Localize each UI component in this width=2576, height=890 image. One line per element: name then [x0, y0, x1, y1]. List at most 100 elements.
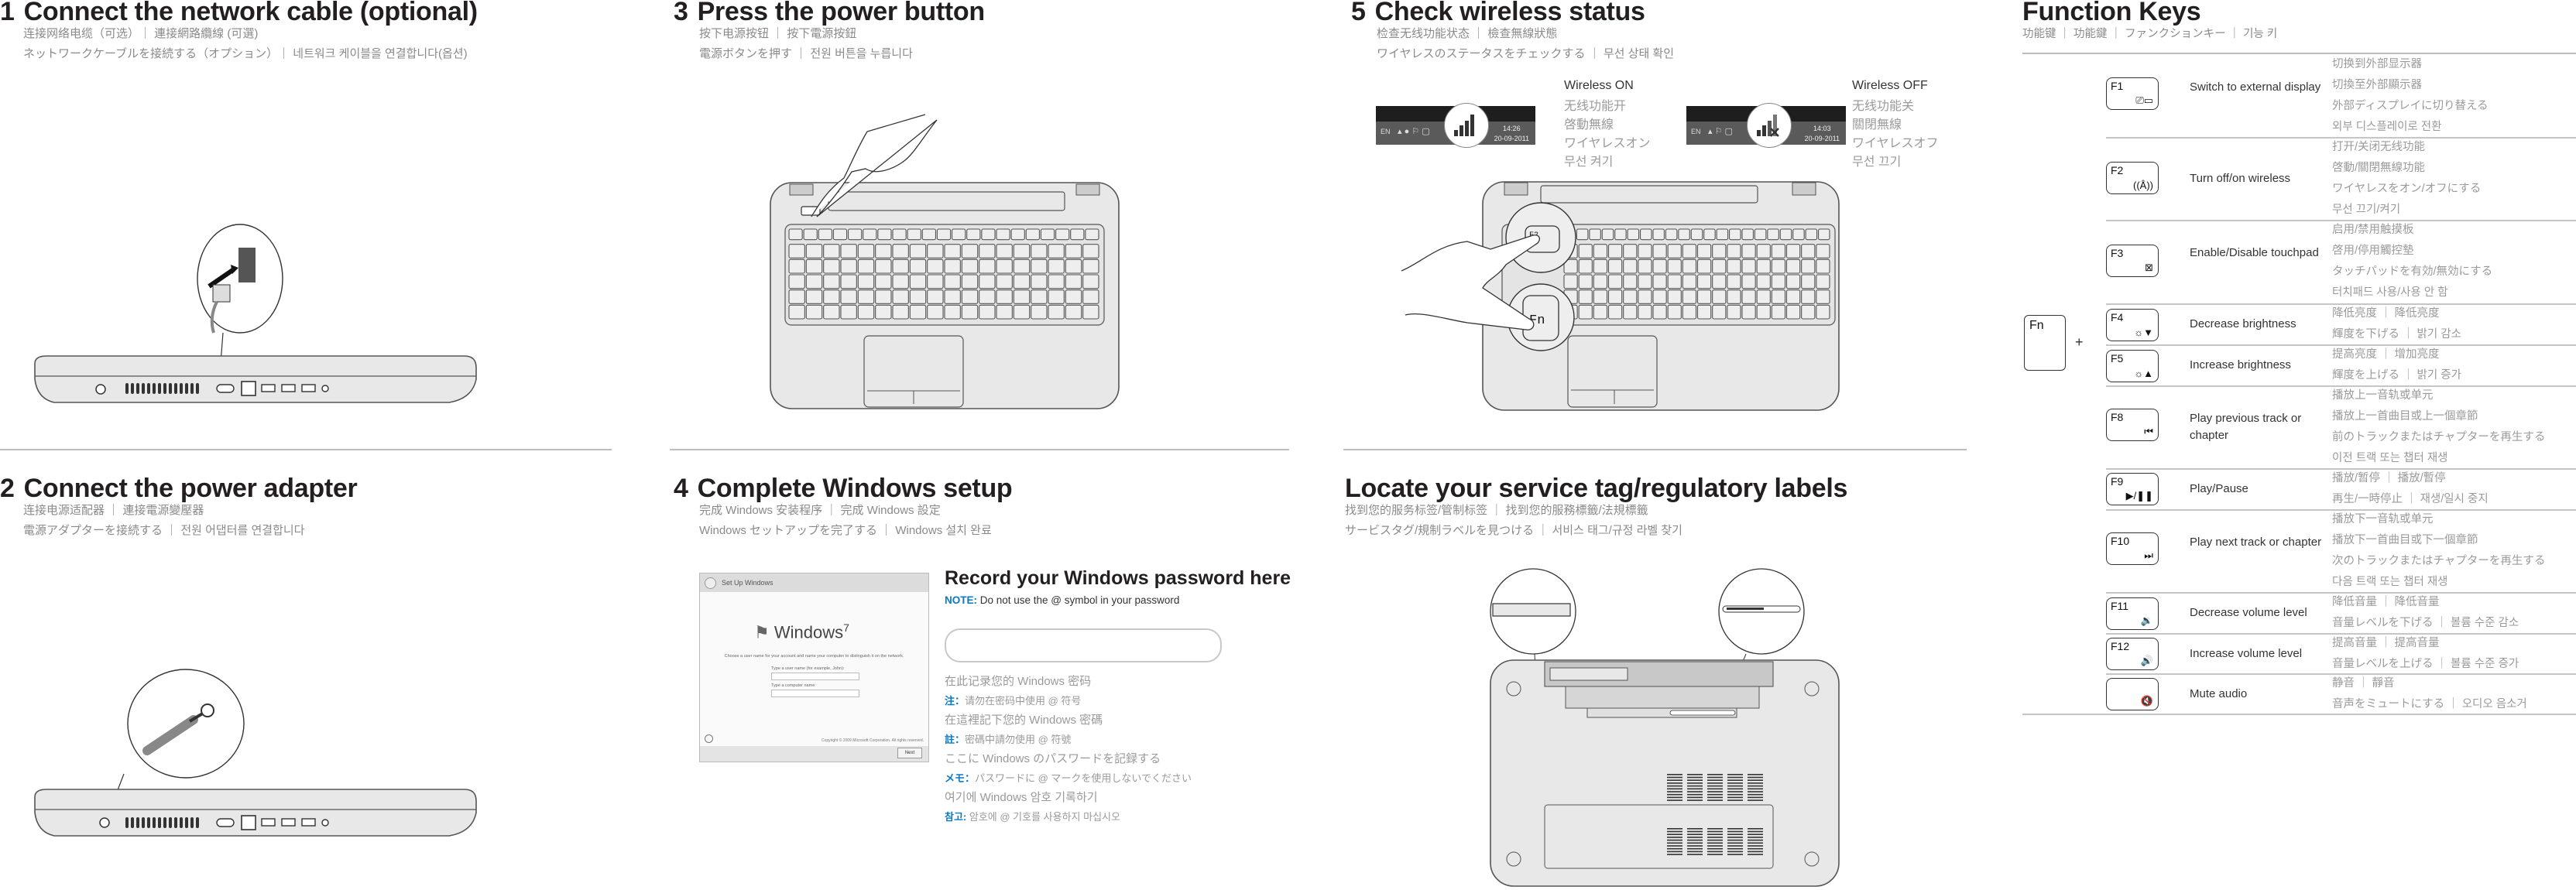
- wireless-signal-off-icon: [1747, 103, 1792, 148]
- function-key-row: F5 ☼▲ Increase brightness 提高亮度 ｜ 增加亮度 輝度を…: [2106, 344, 2576, 387]
- keyboard-key: [1576, 228, 1589, 241]
- translation-line: 打开/关闭无线功能: [2332, 141, 2426, 153]
- function-key-description: Play previous track or chapter: [2190, 412, 2302, 442]
- password-record-field[interactable]: [945, 628, 1222, 662]
- keyboard-key: [823, 274, 840, 289]
- keyboard-key: [1696, 244, 1712, 258]
- function-key-f3: F3 ⊠: [2106, 245, 2159, 277]
- keyboard-key: [907, 228, 921, 241]
- function-key-description: Turn off/on wireless: [2190, 172, 2291, 185]
- keyboard-key: [1048, 244, 1065, 258]
- password-line: メモ：パスワードに @ マークを使用しないでください: [945, 772, 1192, 784]
- keyboard-key: [1741, 244, 1756, 258]
- keyboard-key: [1031, 258, 1048, 274]
- logo-text: Windows: [773, 622, 844, 642]
- keyboard-key: [1082, 274, 1099, 289]
- keyboard-key: [1756, 274, 1771, 289]
- translation-line: 輝度を下げる ｜ 밝기 감소: [2332, 328, 2461, 341]
- keyboard-key: [1627, 228, 1640, 241]
- function-key-row: F10 ⏭ Play next track or chapter 播放下一音轨或…: [2106, 509, 2576, 594]
- keyboard-key: [892, 244, 909, 258]
- keyboard-key: [909, 258, 927, 274]
- keyboard-key: [857, 274, 875, 289]
- wireless-off-translations: 无线功能关 關閉無線 ワイヤレスオフ 무선 끄기: [1852, 100, 1939, 169]
- keyboard-key: [1682, 244, 1697, 258]
- keyboard-key: [927, 274, 944, 289]
- copyright-text: Copyright © 2009 Microsoft Corporation. …: [821, 738, 924, 743]
- step-title: Complete Windows setup: [697, 474, 1013, 503]
- translation-line: 启用/禁用触摸板: [2332, 224, 2414, 236]
- function-key-description: Decrease brightness: [2190, 317, 2296, 330]
- keyboard-key: [936, 228, 952, 241]
- usb-port: [301, 384, 316, 392]
- translation-line: 前のトラックまたはチャプターを再生する: [2332, 431, 2546, 443]
- keyboard-key: [1665, 228, 1678, 241]
- keyboard-key: [961, 274, 979, 289]
- keyboard-key: [961, 289, 979, 304]
- keyboard-key: [1638, 258, 1652, 274]
- note-label: NOTE:: [945, 594, 977, 606]
- keyboard-key: [1013, 258, 1031, 274]
- section-divider: [670, 449, 1289, 450]
- language-indicator: EN: [1381, 128, 1391, 135]
- keyboard-key: [996, 228, 1010, 241]
- keyboard-key: [818, 228, 832, 241]
- keyboard-key: [875, 274, 892, 289]
- function-key-f11: F11 🔉: [2106, 597, 2159, 630]
- section-4-sub-jp-kr: Windows セットアップを完了する ｜ Windows 설치 완료: [699, 524, 992, 537]
- translation-line: 다음 트랙 또는 챕터 재생: [2332, 576, 2448, 588]
- keyboard-key: [840, 304, 857, 320]
- function-key-row: F1 ⎚▭ Switch to external display 切换到外部显示…: [2106, 54, 2576, 139]
- function-key-row: F4 ☼▼ Decrease brightness 降低亮度 ｜ 降低亮度 輝度を…: [2106, 303, 2576, 346]
- keyboard-key: [1065, 244, 1082, 258]
- function-key-row: F12 🔊 Increase volume level 提高音量 ｜ 提高音量音…: [2106, 633, 2576, 675]
- password-line: 여기에 Windows 암호 기록하기: [945, 791, 1098, 804]
- translation-line: 切换到外部显示器: [2332, 58, 2422, 70]
- keyboard-key: [909, 304, 927, 320]
- plus-sign: +: [2075, 334, 2084, 350]
- keyboard-key: [848, 228, 863, 241]
- keyboard-key: [788, 244, 805, 258]
- function-key-f4: F4 ☼▼: [2106, 309, 2159, 341]
- translation-line: 音量レベルを下げる ｜ 볼륨 수준 감소: [2332, 617, 2519, 629]
- keyboard-key: [927, 258, 944, 274]
- keyboard-key: [1652, 244, 1667, 258]
- previous-track-icon: ⏮: [2144, 426, 2153, 437]
- keyboard-key: [892, 228, 907, 241]
- keyboard-key: [979, 304, 996, 320]
- keyboard-key: [979, 289, 996, 304]
- keyboard-key: [892, 304, 909, 320]
- translation-line: 啓動/關閉無線功能: [2332, 162, 2426, 174]
- translation-line: 啓用/停用觸控墊: [2332, 245, 2414, 257]
- wireless-icon: ((Å)): [2133, 180, 2153, 191]
- keyboard-key: [909, 289, 927, 304]
- keyboard-key: [1031, 304, 1048, 320]
- windows-setup-screenshot: Set Up Windows ⚑ Windows7 Choose a user …: [699, 573, 929, 762]
- laptop-side-power-illustration: [34, 669, 477, 837]
- keyboard-key: [1578, 258, 1593, 274]
- keyboard-key: [1690, 228, 1703, 241]
- display-switch-icon: ⎚▭: [2135, 94, 2153, 106]
- translation-line: 播放下一音轨或单元: [2332, 513, 2434, 525]
- keyboard-key: [1801, 304, 1816, 320]
- section-4-sub-cn: 完成 Windows 安装程序 ｜ 完成 Windows 設定: [699, 504, 941, 517]
- step-number: 4: [674, 474, 688, 503]
- function-key-translations: 降低亮度 ｜ 降低亮度 輝度を下げる ｜ 밝기 감소: [2332, 303, 2461, 345]
- keyboard-key: [1696, 304, 1712, 320]
- function-key-row: F11 🔉 Decrease volume level 降低音量 ｜ 降低音量音…: [2106, 592, 2576, 635]
- function-key-description: Mute audio: [2190, 687, 2248, 700]
- keyboard-key: [1065, 289, 1082, 304]
- keyboard-key: [1756, 304, 1771, 320]
- keyboard-key: [1593, 244, 1608, 258]
- keyboard-key: [1727, 244, 1741, 258]
- keyboard-key: [788, 258, 805, 274]
- keyboard-key: [892, 274, 909, 289]
- keyboard-key: [1652, 304, 1667, 320]
- keyboard-key: [944, 258, 961, 274]
- keyboard-key: [1578, 244, 1593, 258]
- keyboard-key: [1816, 304, 1830, 320]
- keyboard-key: [927, 304, 944, 320]
- function-key-row: F3 ⊠ Enable/Disable touchpad 启用/禁用触摸板 啓用/…: [2106, 220, 2576, 305]
- function-key-translations: 打开/关闭无线功能 啓動/關閉無線功能 ワイヤレスをオン/オフにする 무선 끄기/켜기: [2332, 137, 2481, 221]
- service-tag-sub-jp-kr: サービスタグ/規制ラベルを見つける ｜ 서비스 태그/규정 라벨 찾기: [1345, 524, 1682, 537]
